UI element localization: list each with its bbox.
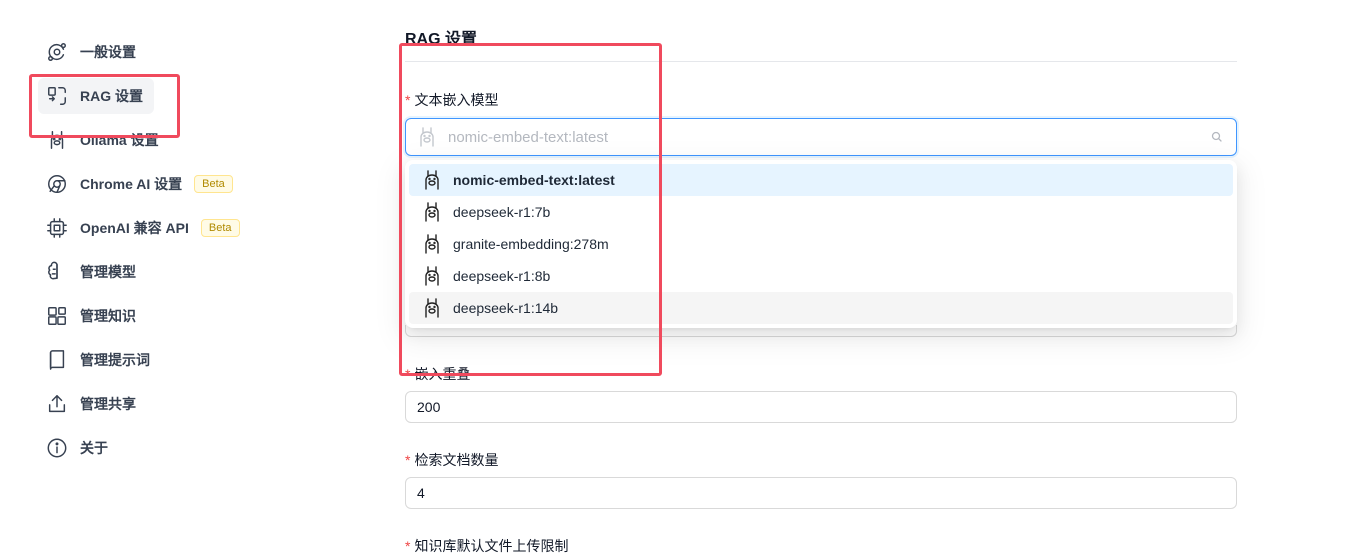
orbit-icon xyxy=(46,41,68,63)
option-label: deepseek-r1:14b xyxy=(453,300,559,316)
sidebar-item-label: 一般设置 xyxy=(80,44,136,60)
required-marker: * xyxy=(405,92,411,108)
model-option[interactable]: deepseek-r1:8b xyxy=(409,260,1233,292)
model-option[interactable]: granite-embedding:278m xyxy=(409,228,1233,260)
model-option[interactable]: deepseek-r1:7b xyxy=(409,196,1233,228)
sidebar-item-label: 管理模型 xyxy=(80,264,136,280)
retrieved-docs-input[interactable]: 4 xyxy=(405,477,1237,509)
blocks-icon xyxy=(46,305,68,327)
sidebar-item-label: OpenAI 兼容 API xyxy=(80,220,189,236)
sidebar-item-manage-knowledge[interactable]: 管理知识 xyxy=(38,298,298,334)
chunk-overlap-input[interactable]: 200 xyxy=(405,391,1237,423)
sidebar-item-label: Ollama 设置 xyxy=(80,132,159,148)
sidebar-item-label: RAG 设置 xyxy=(80,88,143,104)
sidebar: 一般设置 RAG 设置 Ollama 设置 Chrome AI 设置 Beta … xyxy=(38,34,298,474)
beta-badge: Beta xyxy=(200,219,240,237)
share-icon xyxy=(46,393,68,415)
sidebar-item-general[interactable]: 一般设置 xyxy=(38,34,298,70)
model-option[interactable]: nomic-embed-text:latest xyxy=(409,164,1233,196)
option-label: nomic-embed-text:latest xyxy=(453,172,615,188)
scan-icon xyxy=(46,85,68,107)
info-icon xyxy=(46,437,68,459)
chrome-icon xyxy=(46,173,68,195)
sidebar-item-ollama[interactable]: Ollama 设置 xyxy=(38,122,298,158)
sidebar-item-chrome-ai[interactable]: Chrome AI 设置 Beta xyxy=(38,166,298,202)
book-icon xyxy=(46,349,68,371)
sidebar-item-manage-prompts[interactable]: 管理提示词 xyxy=(38,342,298,378)
required-marker: * xyxy=(405,538,411,554)
model-dropdown: nomic-embed-text:latest deepseek-r1:7b g… xyxy=(405,160,1237,328)
beta-badge: Beta xyxy=(194,175,233,193)
sidebar-item-label: 管理提示词 xyxy=(80,352,150,368)
llama-icon xyxy=(423,266,441,286)
sidebar-item-manage-sharing[interactable]: 管理共享 xyxy=(38,386,298,422)
sidebar-item-label: Chrome AI 设置 xyxy=(80,176,183,192)
llama-icon xyxy=(423,202,441,222)
sidebar-item-label: 关于 xyxy=(80,440,108,456)
sidebar-item-openai-api[interactable]: OpenAI 兼容 API Beta xyxy=(38,210,298,246)
sidebar-item-about[interactable]: 关于 xyxy=(38,430,298,466)
llama-icon xyxy=(423,234,441,254)
option-label: deepseek-r1:7b xyxy=(453,204,551,220)
model-option[interactable]: deepseek-r1:14b xyxy=(409,292,1233,324)
chip-icon xyxy=(46,217,68,239)
sidebar-item-rag[interactable]: RAG 设置 xyxy=(38,78,154,114)
llama-icon xyxy=(46,129,68,151)
brain-icon xyxy=(46,261,68,283)
sidebar-item-manage-models[interactable]: 管理模型 xyxy=(38,254,298,290)
divider xyxy=(405,61,1237,62)
required-marker: * xyxy=(405,452,411,468)
option-label: deepseek-r1:8b xyxy=(453,268,551,284)
llama-icon xyxy=(423,298,441,318)
retrieved-docs-label: * 检索文档数量 xyxy=(405,452,499,468)
sidebar-item-label: 管理共享 xyxy=(80,396,136,412)
llama-icon xyxy=(418,127,436,147)
required-marker: * xyxy=(405,366,411,382)
select-placeholder: nomic-embed-text:latest xyxy=(448,128,609,146)
option-label: granite-embedding:278m xyxy=(453,236,609,252)
chunk-overlap-label: * 嵌入重叠 xyxy=(405,366,471,382)
sidebar-item-label: 管理知识 xyxy=(80,308,136,324)
upload-limit-label: * 知识库默认文件上传限制 xyxy=(405,538,569,554)
llama-icon xyxy=(423,170,441,190)
embedding-model-select[interactable]: nomic-embed-text:latest xyxy=(405,118,1237,156)
search-icon xyxy=(1210,130,1224,144)
embedding-model-label: * 文本嵌入模型 xyxy=(405,92,499,108)
page-title: RAG 设置 xyxy=(405,31,478,48)
